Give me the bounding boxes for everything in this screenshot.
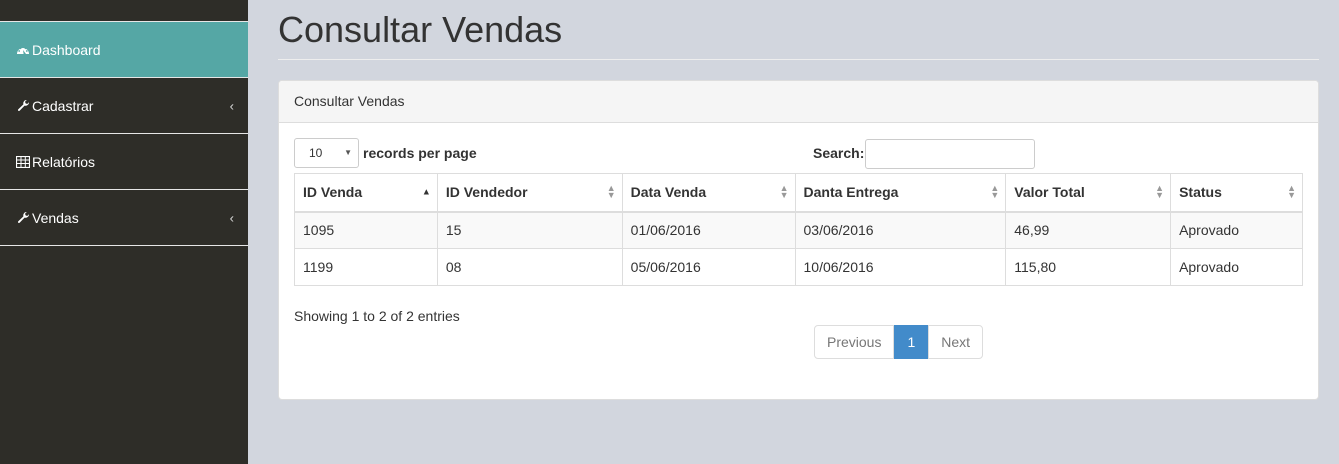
search-label: Search: [813, 145, 865, 161]
previous-page-button[interactable]: Previous [814, 325, 895, 359]
column-header-label: Data Venda [630, 184, 707, 201]
dashboard-icon [15, 42, 31, 58]
page-1-button[interactable]: 1 [894, 325, 929, 359]
records-per-page-label: records per page [363, 145, 477, 161]
pagination: Previous 1 Next [814, 325, 984, 359]
panel-heading: Consultar Vendas [279, 81, 1318, 123]
table-cell: 03/06/2016 [794, 211, 1007, 249]
sort-both-icon: ▲ ▼ [779, 183, 789, 201]
table-controls: 10 ▼ records per page Search: [294, 138, 1303, 175]
sales-table: ID Venda ▲ ID Vendedor ▲ ▼ Data Venda ▲ ▼ Dan… [294, 173, 1303, 286]
column-header-status[interactable]: Status ▲ ▼ [1170, 173, 1303, 213]
next-page-button[interactable]: Next [928, 325, 984, 359]
sidebar-item-label: Cadastrar [32, 97, 94, 114]
table-row: 1095 15 01/06/2016 03/06/2016 46,99 Apro… [294, 211, 1303, 249]
wrench-icon [15, 98, 31, 114]
column-header-label: Valor Total [1014, 184, 1085, 201]
sidebar-item-label: Dashboard [32, 41, 101, 58]
sort-asc-icon: ▲ [421, 186, 431, 197]
sidebar: Dashboard Cadastrar ‹ Relatórios Vendas … [0, 0, 248, 464]
column-header-label: Status [1179, 184, 1222, 201]
records-per-page-select[interactable]: 10 ▼ [294, 138, 359, 168]
table-header-row: ID Venda ▲ ID Vendedor ▲ ▼ Data Venda ▲ ▼ Dan… [294, 173, 1303, 213]
chevron-left-icon: ‹ [229, 98, 234, 113]
sidebar-item-vendas[interactable]: Vendas ‹ [0, 190, 248, 246]
column-header-valor-total[interactable]: Valor Total ▲ ▼ [1005, 173, 1172, 213]
sidebar-item-cadastrar[interactable]: Cadastrar ‹ [0, 78, 248, 134]
sales-panel: Consultar Vendas 10 ▼ records per page S… [278, 80, 1319, 400]
sort-both-icon: ▲ ▼ [1155, 183, 1165, 201]
sort-both-icon: ▲ ▼ [990, 183, 1000, 201]
table-row: 1199 08 05/06/2016 10/06/2016 115,80 Apr… [294, 248, 1303, 286]
search-input[interactable] [865, 139, 1035, 169]
column-header-label: ID Venda [303, 184, 363, 201]
column-header-danta-entrega[interactable]: Danta Entrega ▲ ▼ [794, 173, 1007, 213]
table-cell: Aprovado [1170, 248, 1303, 286]
wrench-icon [15, 210, 31, 226]
table-cell: Aprovado [1170, 211, 1303, 249]
sidebar-item-relatorios[interactable]: Relatórios [0, 134, 248, 190]
sidebar-item-label: Relatórios [32, 153, 96, 170]
table-info: Showing 1 to 2 of 2 entries [294, 308, 460, 324]
column-header-id-vendedor[interactable]: ID Vendedor ▲ ▼ [436, 173, 623, 213]
sidebar-item-dashboard[interactable]: Dashboard [0, 22, 248, 78]
column-header-data-venda[interactable]: Data Venda ▲ ▼ [621, 173, 796, 213]
sidebar-item-label: Vendas [32, 209, 79, 226]
sidebar-top [0, 0, 248, 22]
records-per-page-value: 10 [309, 146, 323, 160]
column-header-id-venda[interactable]: ID Venda ▲ [294, 173, 438, 213]
sort-both-icon: ▲ ▼ [1287, 183, 1296, 201]
main-content: Consultar Vendas Consultar Vendas 10 ▼ r… [278, 0, 1319, 400]
dropdown-caret-icon: ▼ [344, 148, 352, 157]
table-cell: 1095 [294, 211, 438, 249]
table-cell: 05/06/2016 [621, 248, 796, 286]
table-cell: 01/06/2016 [621, 211, 796, 249]
table-icon [15, 154, 31, 170]
table-cell: 115,80 [1005, 248, 1172, 286]
column-header-label: Danta Entrega [803, 184, 899, 201]
sort-both-icon: ▲ ▼ [606, 183, 616, 201]
column-header-label: ID Vendedor [445, 184, 528, 201]
table-cell: 1199 [294, 248, 438, 286]
table-cell: 15 [436, 211, 623, 249]
table-cell: 46,99 [1005, 211, 1172, 249]
chevron-left-icon: ‹ [229, 210, 234, 225]
table-cell: 10/06/2016 [794, 248, 1007, 286]
table-cell: 08 [436, 248, 623, 286]
page-title: Consultar Vendas [278, 0, 1319, 60]
